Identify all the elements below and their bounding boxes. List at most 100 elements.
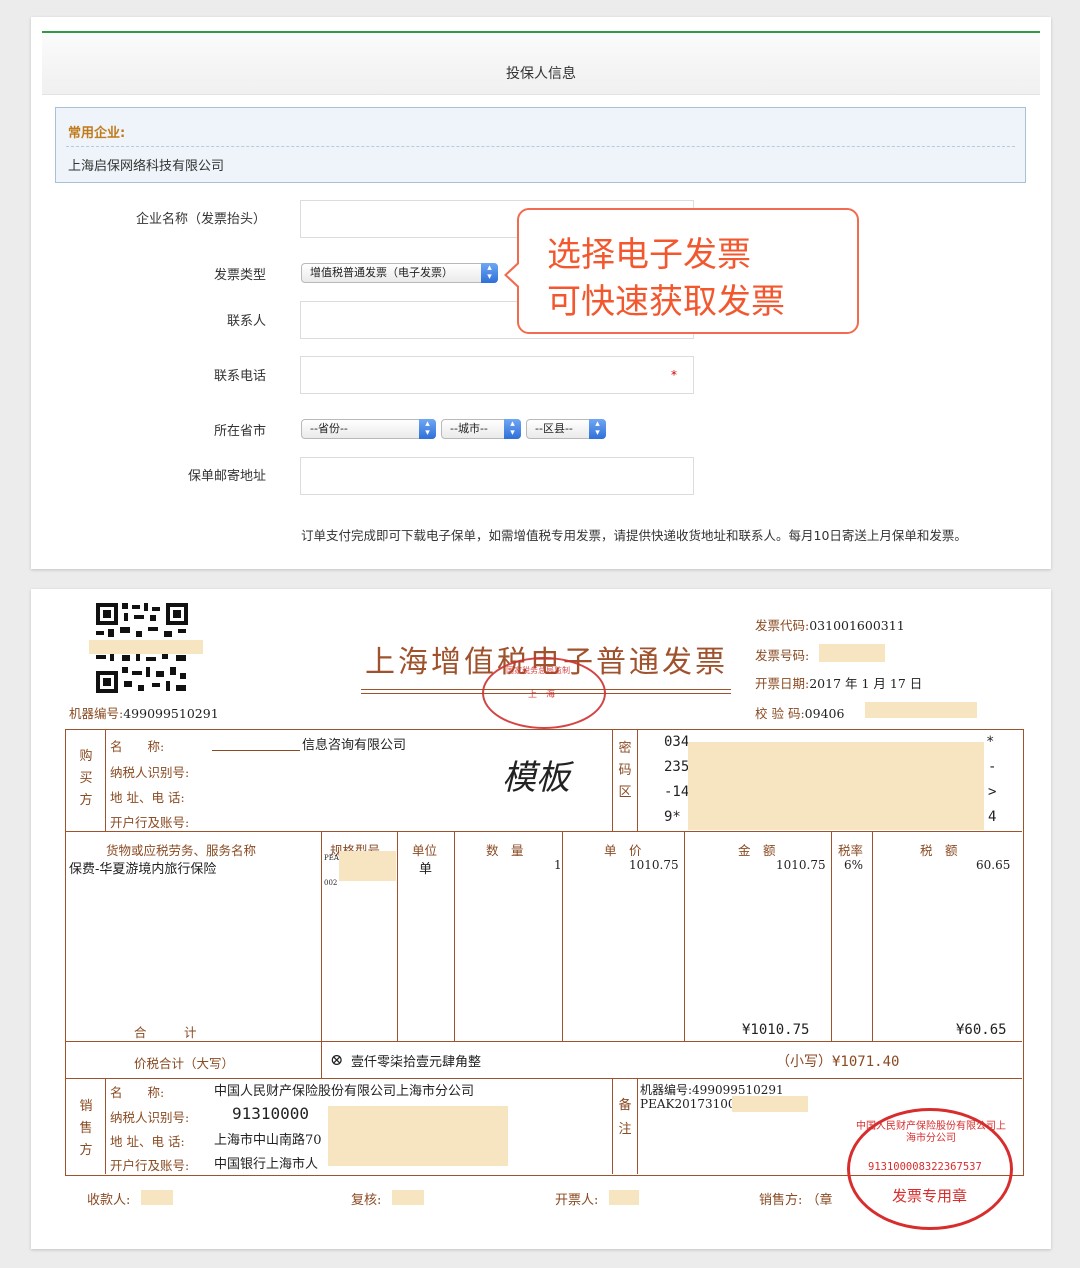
remark-peak: PEAK20173100 (640, 1097, 736, 1111)
callout-line-1: 选择电子发票 (547, 235, 751, 275)
cipher-line-3-end: > (988, 784, 997, 800)
col-divider (562, 831, 563, 1041)
header-rate: 税率 (838, 843, 864, 858)
invoice-seal-stamp: 中国人民财产保险股份有限公司上海市分公司 913100008322367537 … (847, 1108, 1013, 1230)
phone-input[interactable] (300, 356, 694, 394)
col-divider (454, 831, 455, 1041)
province-select[interactable]: --省份-- ▴ ▾ (301, 419, 436, 439)
phone-label: 联系电话 (213, 369, 266, 384)
col-divider (105, 730, 106, 831)
callout-bubble: 选择电子发票 可快速获取发票 (517, 208, 859, 334)
callout-pointer-fill (507, 263, 520, 287)
redaction-block (89, 640, 203, 654)
item-rate: 6% (844, 858, 864, 872)
col-divider (397, 831, 398, 1041)
col-divider (637, 1078, 638, 1174)
total-label: 合 计 (134, 1025, 197, 1040)
redaction-block (328, 1106, 508, 1166)
check-code: 校 验 码:09406 (755, 706, 845, 721)
buyer-address-label: 地 址、电 话: (110, 790, 185, 805)
seller-side-label: 销售方 (79, 1099, 93, 1158)
select-arrows-icon: ▴ ▾ (481, 263, 498, 283)
cipher-line-1-end: * (986, 734, 995, 750)
cipher-line-4: 9* (664, 809, 681, 825)
item-qty: 1 (554, 858, 562, 872)
header-unit: 单位 (412, 843, 438, 858)
redaction-block (688, 742, 984, 830)
tax-stamp-mid-text: 上 海 (528, 690, 556, 700)
invoice-type-value: 增值税普通发票（电子发票） (310, 266, 453, 279)
seal-number: 913100008322367537 (868, 1161, 982, 1173)
header-qty: 数 量 (486, 843, 524, 858)
select-arrows-icon: ▴ ▾ (589, 419, 606, 439)
invoice-code: 发票代码:031001600311 (755, 618, 905, 633)
header-price: 单 价 (604, 843, 642, 858)
template-watermark: 模板 (502, 758, 570, 798)
item-spec-2: 002 (324, 879, 338, 887)
item-tax: 60.65 (976, 858, 1011, 872)
district-select[interactable]: --区县-- ▴ ▾ (526, 419, 606, 439)
grand-total-symbol-icon: ⊗ (330, 1050, 344, 1069)
cipher-side-label: 密码区 (618, 741, 632, 800)
col-divider (831, 831, 832, 1041)
district-value: --区县-- (535, 422, 573, 435)
buyer-name-underline (212, 750, 300, 751)
city-value: --城市-- (450, 422, 488, 435)
seal-label: 发票专用章 (892, 1187, 968, 1205)
header-goods: 货物或应税劳务、服务名称 (106, 843, 257, 858)
item-amount: 1010.75 (776, 858, 826, 872)
header-tax: 税 额 (920, 843, 958, 858)
col-divider (612, 1078, 613, 1174)
e-invoice-sample: 上海增值税电子普通发票 国家税务总局监制 上 海 发票代码:0310016003… (31, 589, 1051, 1249)
seller-address-label: 地 址、电 话: (110, 1134, 185, 1149)
common-company-label: 常用企业: (68, 126, 126, 141)
cipher-line-1: 034 (664, 734, 690, 750)
mail-address-input[interactable] (300, 457, 694, 495)
seller-bank-value: 中国银行上海市人 (214, 1157, 319, 1172)
common-company-item[interactable]: 上海启保网络科技有限公司 (68, 155, 224, 174)
cipher-line-4-end: 4 (988, 809, 997, 825)
item-unit: 单 (419, 862, 433, 877)
region-label: 所在省市 (213, 424, 266, 439)
row-divider (66, 1041, 1022, 1042)
machine-number: 机器编号:499099510291 (69, 706, 219, 721)
reviewer-label: 复核: (351, 1193, 382, 1208)
redaction-block (141, 1190, 173, 1205)
remark-side-label: 备注 (618, 1098, 632, 1137)
redaction-block (339, 851, 396, 881)
select-arrows-icon: ▴ ▾ (419, 419, 436, 439)
item-price: 1010.75 (629, 858, 679, 872)
redaction-block (392, 1190, 424, 1205)
cipher-line-2: 235 (664, 759, 690, 775)
seller-seal-label: 销售方: （章 (759, 1193, 833, 1208)
city-select[interactable]: --城市-- ▴ ▾ (441, 419, 521, 439)
grand-total-small: （小写）¥1071.40 (776, 1054, 900, 1070)
buyer-name-value: 信息咨询有限公司 (302, 738, 407, 753)
redaction-block (609, 1190, 639, 1205)
divider (66, 146, 1015, 147)
header-amount: 金 额 (738, 843, 776, 858)
buyer-bank-label: 开户行及账号: (110, 815, 190, 830)
redaction-block (865, 702, 977, 718)
seller-name-label: 名 称: (110, 1085, 165, 1100)
buyer-name-label: 名 称: (110, 739, 165, 754)
col-divider (105, 1078, 106, 1174)
required-mark: * (671, 368, 677, 382)
seller-tax-label: 纳税人识别号: (110, 1110, 190, 1125)
province-value: --省份-- (310, 422, 348, 435)
total-tax: ¥60.65 (956, 1022, 1007, 1038)
invoice-type-label: 发票类型 (213, 268, 266, 283)
invoice-table: 购买方 名 称: 信息咨询有限公司 纳税人识别号: 地 址、电 话: 开户行及账… (65, 729, 1024, 1176)
invoice-type-select[interactable]: 增值税普通发票（电子发票） ▴ ▾ (301, 263, 498, 283)
section-title: 投保人信息 (42, 33, 1040, 95)
invoice-number: 发票号码: (755, 648, 810, 663)
redaction-block (732, 1096, 808, 1112)
policy-holder-form-card: 投保人信息 常用企业: 上海启保网络科技有限公司 企业名称（发票抬头） 发票类型… (31, 17, 1051, 569)
item-name: 保费-华夏游境内旅行保险 (69, 862, 217, 877)
issuer-label: 开票人: (555, 1193, 599, 1208)
company-name-label: 企业名称（发票抬头） (135, 212, 266, 227)
seller-bank-label: 开户行及账号: (110, 1158, 190, 1173)
contact-label: 联系人 (226, 314, 266, 329)
buyer-side-label: 购买方 (79, 749, 93, 808)
col-divider (612, 730, 613, 831)
